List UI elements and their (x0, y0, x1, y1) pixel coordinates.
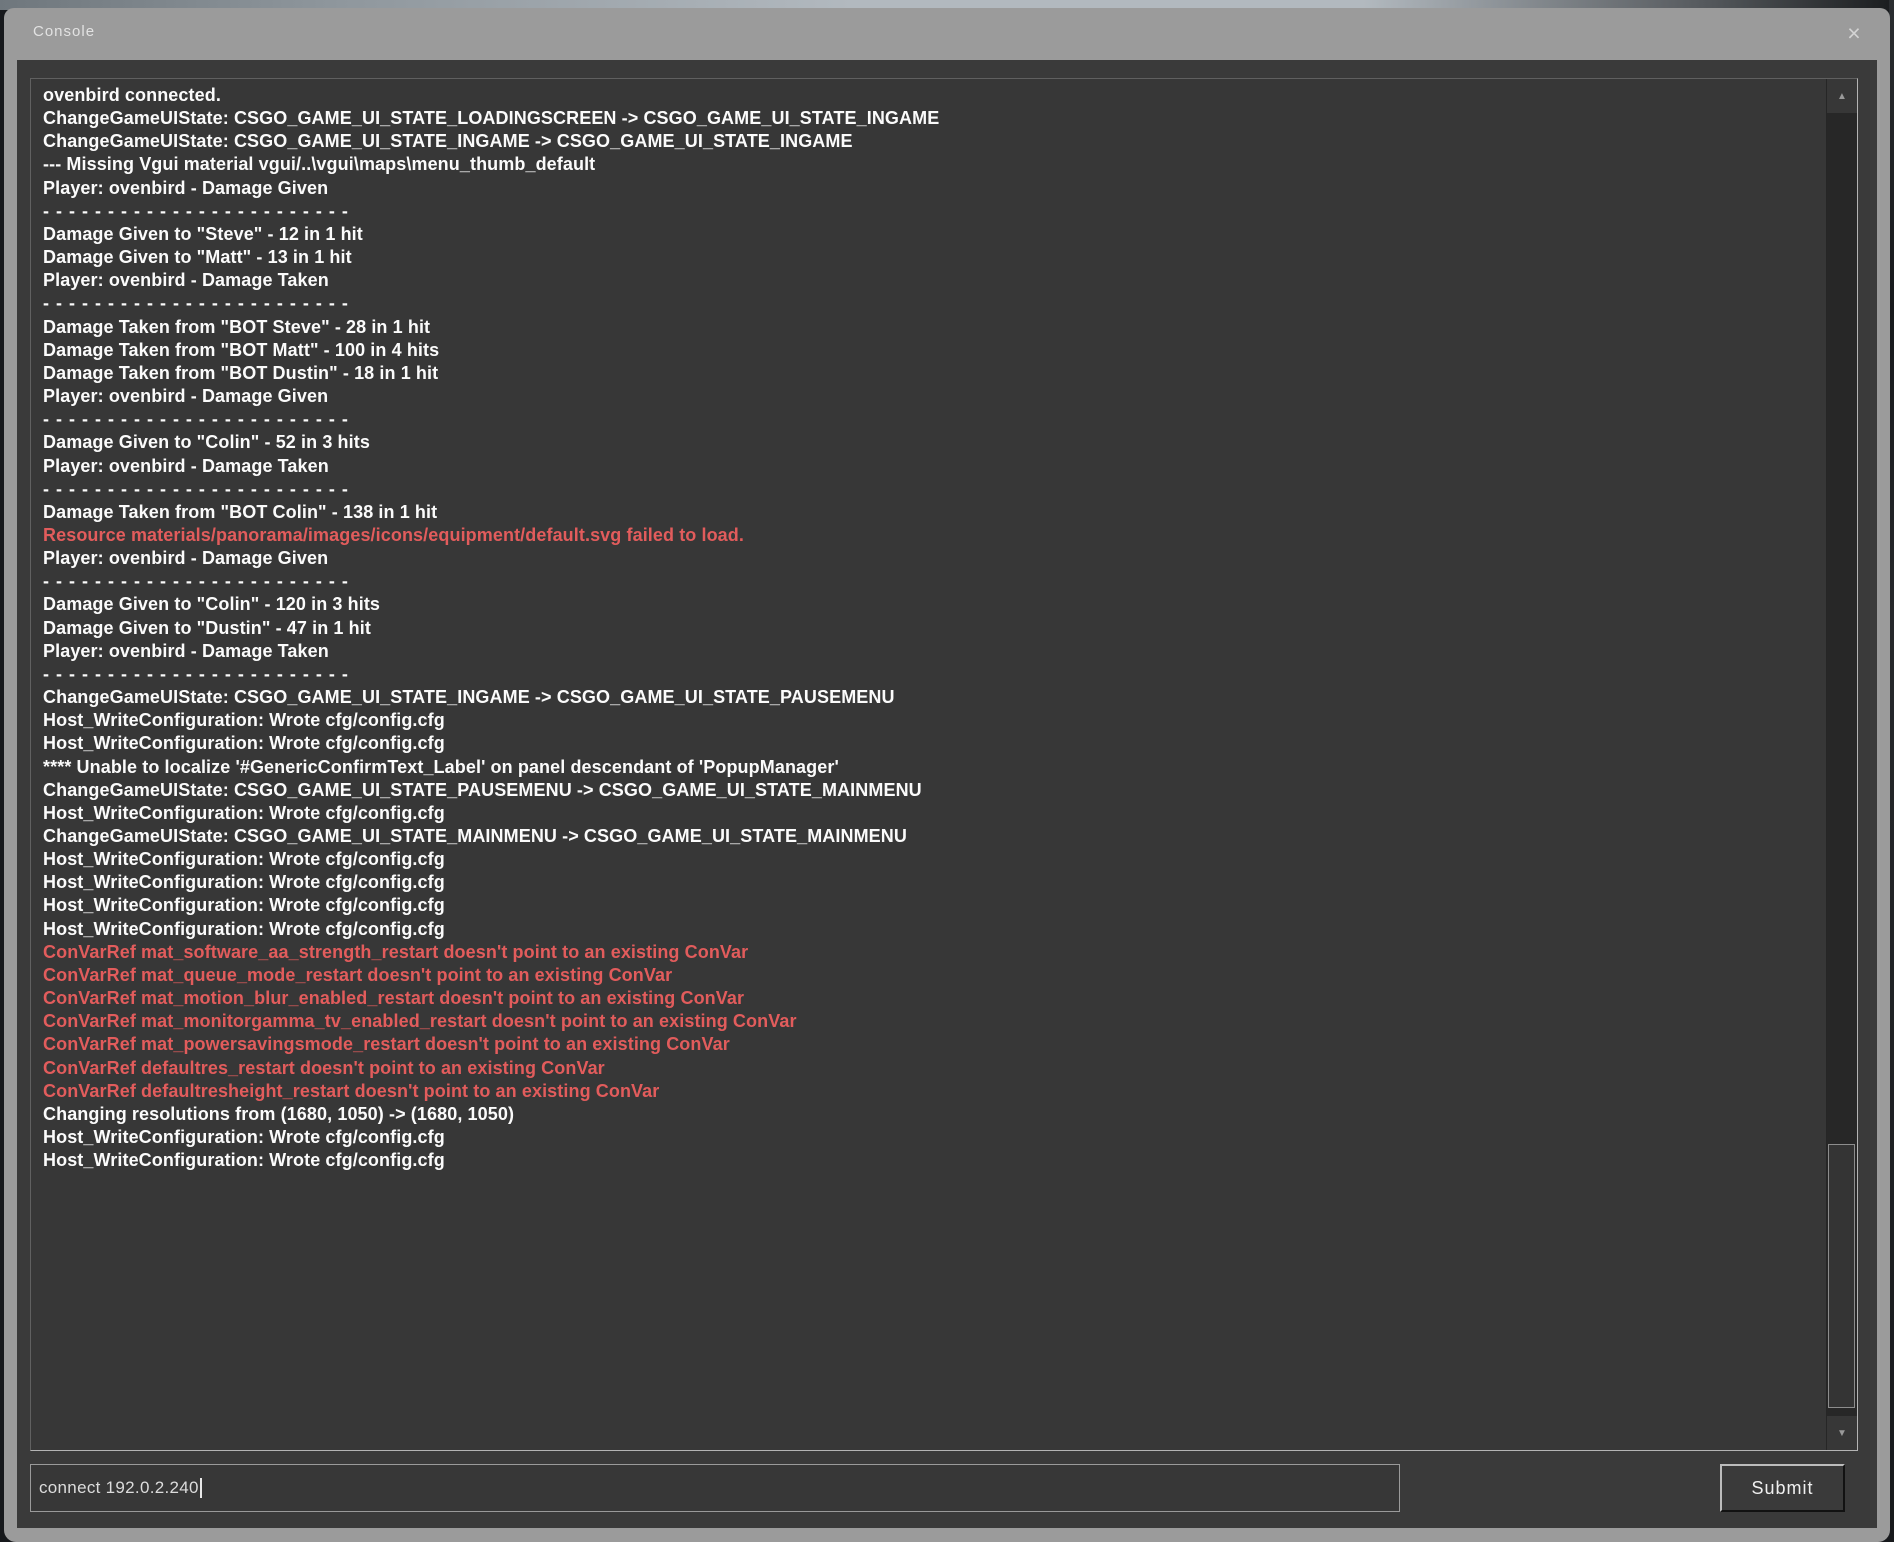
console-line: Player: ovenbird - Damage Taken (43, 640, 1817, 663)
console-line: ------------------------ (43, 408, 1817, 431)
command-input-value: connect 192.0.2.240 (39, 1478, 199, 1498)
command-input[interactable]: connect 192.0.2.240 (30, 1464, 1400, 1512)
submit-button[interactable]: Submit (1720, 1464, 1845, 1512)
console-line: Damage Taken from "BOT Colin" - 138 in 1… (43, 501, 1817, 524)
console-line: Changing resolutions from (1680, 1050) -… (43, 1103, 1817, 1126)
console-line: Damage Given to "Dustin" - 47 in 1 hit (43, 617, 1817, 640)
console-line: Host_WriteConfiguration: Wrote cfg/confi… (43, 1126, 1817, 1149)
console-line: ChangeGameUIState: CSGO_GAME_UI_STATE_IN… (43, 686, 1817, 709)
console-line: ovenbird connected. (43, 84, 1817, 107)
console-line: ChangeGameUIState: CSGO_GAME_UI_STATE_LO… (43, 107, 1817, 130)
console-line: ConVarRef defaultres_restart doesn't poi… (43, 1057, 1817, 1080)
console-line: Host_WriteConfiguration: Wrote cfg/confi… (43, 918, 1817, 941)
scroll-down-icon: ▼ (1837, 1428, 1847, 1439)
console-line: ChangeGameUIState: CSGO_GAME_UI_STATE_MA… (43, 825, 1817, 848)
console-line: Damage Given to "Colin" - 120 in 3 hits (43, 593, 1817, 616)
window-title: Console (33, 23, 95, 40)
console-log-box: ovenbird connected.ChangeGameUIState: CS… (30, 78, 1858, 1451)
console-line: ChangeGameUIState: CSGO_GAME_UI_STATE_IN… (43, 130, 1817, 153)
console-line: Host_WriteConfiguration: Wrote cfg/confi… (43, 848, 1817, 871)
scroll-down-button[interactable]: ▼ (1827, 1416, 1857, 1450)
console-line: Damage Taken from "BOT Steve" - 28 in 1 … (43, 316, 1817, 339)
console-line: Damage Given to "Matt" - 13 in 1 hit (43, 246, 1817, 269)
console-line: Damage Taken from "BOT Dustin" - 18 in 1… (43, 362, 1817, 385)
console-line: ConVarRef mat_queue_mode_restart doesn't… (43, 964, 1817, 987)
console-line: ChangeGameUIState: CSGO_GAME_UI_STATE_PA… (43, 779, 1817, 802)
console-line: ConVarRef defaultresheight_restart doesn… (43, 1080, 1817, 1103)
console-line: Player: ovenbird - Damage Taken (43, 455, 1817, 478)
console-line: Player: ovenbird - Damage Taken (43, 269, 1817, 292)
console-line: Host_WriteConfiguration: Wrote cfg/confi… (43, 732, 1817, 755)
console-line: Resource materials/panorama/images/icons… (43, 524, 1817, 547)
console-line: ConVarRef mat_powersavingsmode_restart d… (43, 1033, 1817, 1056)
console-window: Console × ovenbird connected.ChangeGameU… (4, 8, 1890, 1542)
console-line: ------------------------ (43, 478, 1817, 501)
console-line: Host_WriteConfiguration: Wrote cfg/confi… (43, 1149, 1817, 1172)
console-line: Player: ovenbird - Damage Given (43, 177, 1817, 200)
console-line: Host_WriteConfiguration: Wrote cfg/confi… (43, 871, 1817, 894)
console-line: ConVarRef mat_software_aa_strength_resta… (43, 941, 1817, 964)
console-line: Player: ovenbird - Damage Given (43, 547, 1817, 570)
console-line: ConVarRef mat_monitorgamma_tv_enabled_re… (43, 1010, 1817, 1033)
submit-button-label: Submit (1751, 1478, 1813, 1499)
console-line: --- Missing Vgui material vgui/..\vgui\m… (43, 153, 1817, 176)
scrollbar[interactable]: ▲ ▼ (1826, 79, 1857, 1450)
console-line: ------------------------ (43, 200, 1817, 223)
console-log: ovenbird connected.ChangeGameUIState: CS… (31, 79, 1827, 1450)
close-icon[interactable]: × (1840, 19, 1868, 47)
window-body: ovenbird connected.ChangeGameUIState: CS… (17, 60, 1877, 1528)
console-line: Host_WriteConfiguration: Wrote cfg/confi… (43, 894, 1817, 917)
console-line: Host_WriteConfiguration: Wrote cfg/confi… (43, 802, 1817, 825)
window-titlebar[interactable]: Console × (4, 8, 1890, 60)
console-line: Damage Given to "Steve" - 12 in 1 hit (43, 223, 1817, 246)
console-line: ------------------------ (43, 292, 1817, 315)
scrollbar-thumb[interactable] (1828, 1144, 1855, 1408)
console-line: Host_WriteConfiguration: Wrote cfg/confi… (43, 709, 1817, 732)
console-line: ConVarRef mat_motion_blur_enabled_restar… (43, 987, 1817, 1010)
console-line: **** Unable to localize '#GenericConfirm… (43, 756, 1817, 779)
console-line: Player: ovenbird - Damage Given (43, 385, 1817, 408)
console-line: ------------------------ (43, 570, 1817, 593)
scroll-up-icon: ▲ (1837, 91, 1847, 102)
scroll-up-button[interactable]: ▲ (1827, 79, 1857, 113)
text-cursor (200, 1478, 202, 1498)
console-line: ------------------------ (43, 663, 1817, 686)
console-line: Damage Given to "Colin" - 52 in 3 hits (43, 431, 1817, 454)
console-line: Damage Taken from "BOT Matt" - 100 in 4 … (43, 339, 1817, 362)
